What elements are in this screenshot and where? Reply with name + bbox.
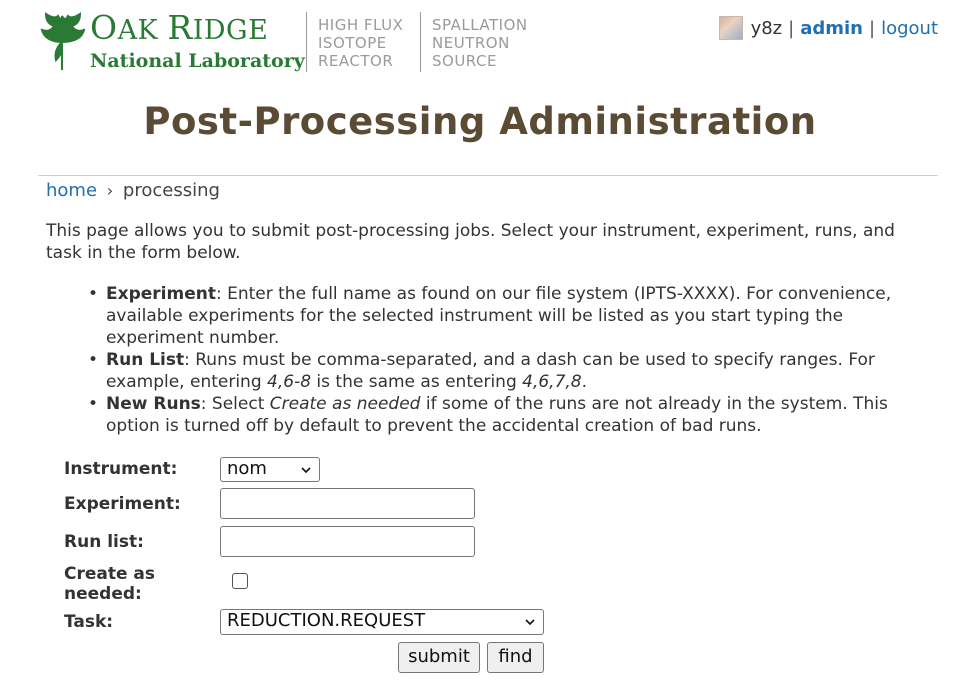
help-text: : Enter the full name as found on our fi… [106,284,892,348]
help-text: . [581,372,588,392]
help-term: New Runs [106,394,201,414]
help-item-experiment: Experiment: Enter the full name as found… [88,283,936,349]
ornl-logo: OAK RIDGE National Laboratory HIGH FLUX … [38,10,558,74]
task-select-value: REDUCTION.REQUEST [227,610,426,631]
create-label-line: needed: [64,584,142,604]
instrument-select-value: nom [227,458,267,479]
facility-sns-line: SPALLATION [432,16,528,34]
help-term: Run List [106,350,185,370]
facility-hfir-line: HIGH FLUX [318,16,404,34]
facility-sns-line: NEUTRON [432,34,510,52]
help-term: Experiment [106,284,216,304]
experiment-label: Experiment: [64,494,181,514]
find-button[interactable]: find [487,642,544,673]
facility-sns-line: SOURCE [432,52,497,70]
org-name-o: O [90,8,118,47]
admin-link[interactable]: admin [800,18,863,39]
username: y8z [750,17,783,39]
breadcrumb-separator: › [106,181,114,200]
help-example: 4,6-8 [267,372,312,392]
title-divider [38,175,938,176]
task-select[interactable]: REDUCTION.REQUEST [220,609,544,635]
logout-link[interactable]: logout [881,18,938,39]
org-name-idge: IDGE [192,15,269,46]
logo-divider [420,12,421,72]
chevron-down-icon [525,619,535,626]
help-item-newruns: New Runs: Select Create as needed if som… [88,393,936,437]
create-as-needed-label: Create as needed: [64,564,155,604]
help-list: Experiment: Enter the full name as found… [88,283,936,437]
org-name: OAK RIDGE National Laboratory [90,10,305,73]
intro-text: This page allows you to submit post-proc… [46,221,895,263]
help-example: 4,6,7,8 [522,372,582,392]
facility-hfir-line: REACTOR [318,52,394,70]
facility-hfir-line: ISOTOPE [318,34,387,52]
facility-hfir: HIGH FLUX ISOTOPE REACTOR [318,16,403,70]
create-as-needed-checkbox[interactable] [232,573,248,589]
user-bar: y8z | admin | logout [718,16,938,40]
logo-divider [306,12,307,72]
help-text: is the same as entering [311,372,523,392]
help-option: Create as needed [269,394,421,414]
user-bar-separator: | [869,17,876,39]
chevron-down-icon [301,467,311,474]
user-bar-separator: | [788,17,795,39]
breadcrumb: home › processing [46,180,220,201]
breadcrumb-current: processing [122,180,220,201]
create-label-line: Create as [64,564,156,584]
runlist-label: Run list: [64,532,144,552]
oak-leaf-icon [40,12,86,70]
help-text: : Select [200,394,270,414]
experiment-input[interactable] [220,488,475,519]
help-item-runlist: Run List: Runs must be comma-separated, … [88,349,936,393]
org-name-r: R [167,8,193,47]
facility-sns: SPALLATION NEUTRON SOURCE [432,16,528,70]
breadcrumb-home-link[interactable]: home [46,180,97,201]
submit-button[interactable]: submit [398,642,480,673]
instrument-select[interactable]: nom [220,457,320,482]
avatar [718,16,743,40]
task-label: Task: [64,612,114,632]
org-subtitle: National Laboratory [90,50,305,72]
org-name-ak: AK [117,15,168,46]
page-title: Post-Processing Administration [143,100,817,143]
runlist-input[interactable] [220,526,475,557]
instrument-label: Instrument: [64,459,178,479]
